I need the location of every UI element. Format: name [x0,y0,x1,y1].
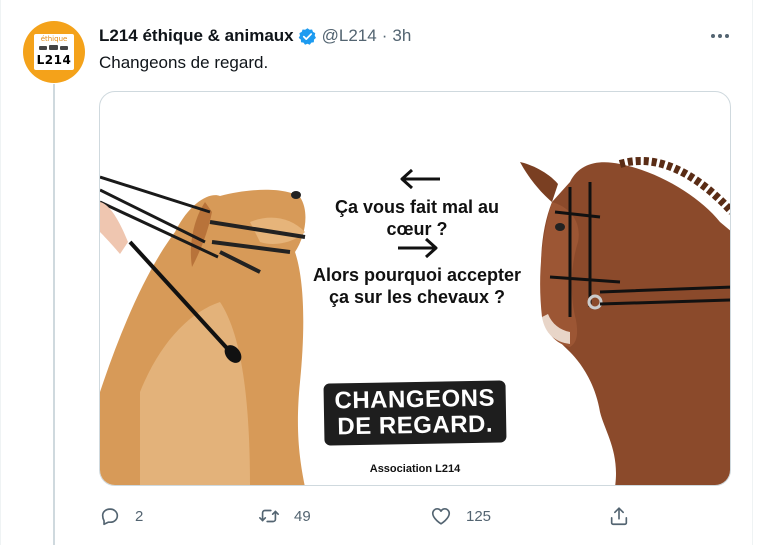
poster-question-1: Ça vous fait mal au cœur ? [334,197,500,239]
avatar[interactable]: éthique L214 [23,21,85,83]
arrow-right-icon [398,237,438,259]
avatar-logo: éthique L214 [34,34,74,70]
tweet-actions: 2 49 125 [99,504,731,528]
retweet-icon [259,509,279,523]
avatar-logo-top-text: éthique [40,35,68,43]
tweet-media-image[interactable]: Ça vous fait mal au cœur ? Alors pourquo… [99,91,731,486]
avatar-logo-code: L214 [36,53,72,67]
header-separator: · [381,26,388,45]
arrow-left-icon [400,168,440,190]
author-name[interactable]: L214 éthique & animaux [99,26,294,46]
poster-association: Association L214 [369,463,461,475]
poster-badge: CHANGEONS DE REGARD. [323,380,507,446]
reply-count: 2 [135,507,144,525]
share-icon [610,507,628,526]
reply-icon [101,508,119,526]
like-button[interactable]: 125 [430,504,491,528]
poster-question-2: Alors pourquoi accepter ça sur les cheva… [312,265,522,307]
poster-badge-line-2: DE REGARD. [337,410,494,441]
share-button[interactable] [608,504,630,528]
timeline-border-left [0,0,1,545]
animals-silhouette-icon [39,45,68,50]
tweet-header: L214 éthique & animaux @L214 · 3h [99,25,411,47]
more-options-button[interactable] [708,26,732,46]
horse-illustration [520,156,730,485]
thread-line [53,84,55,545]
reply-button[interactable]: 2 [99,504,143,528]
verified-badge-icon [298,27,316,45]
timeline-border-right [752,0,753,545]
more-icon [711,34,729,38]
retweet-button[interactable]: 49 [258,504,311,528]
retweet-count: 49 [294,507,311,525]
author-handle[interactable]: @L214 [322,26,377,46]
like-count: 125 [466,507,492,525]
heart-icon [431,508,451,525]
dog-illustration [100,175,306,485]
tweet-timestamp[interactable]: 3h [392,26,411,46]
tweet-text: Changeons de regard. [99,53,269,72]
